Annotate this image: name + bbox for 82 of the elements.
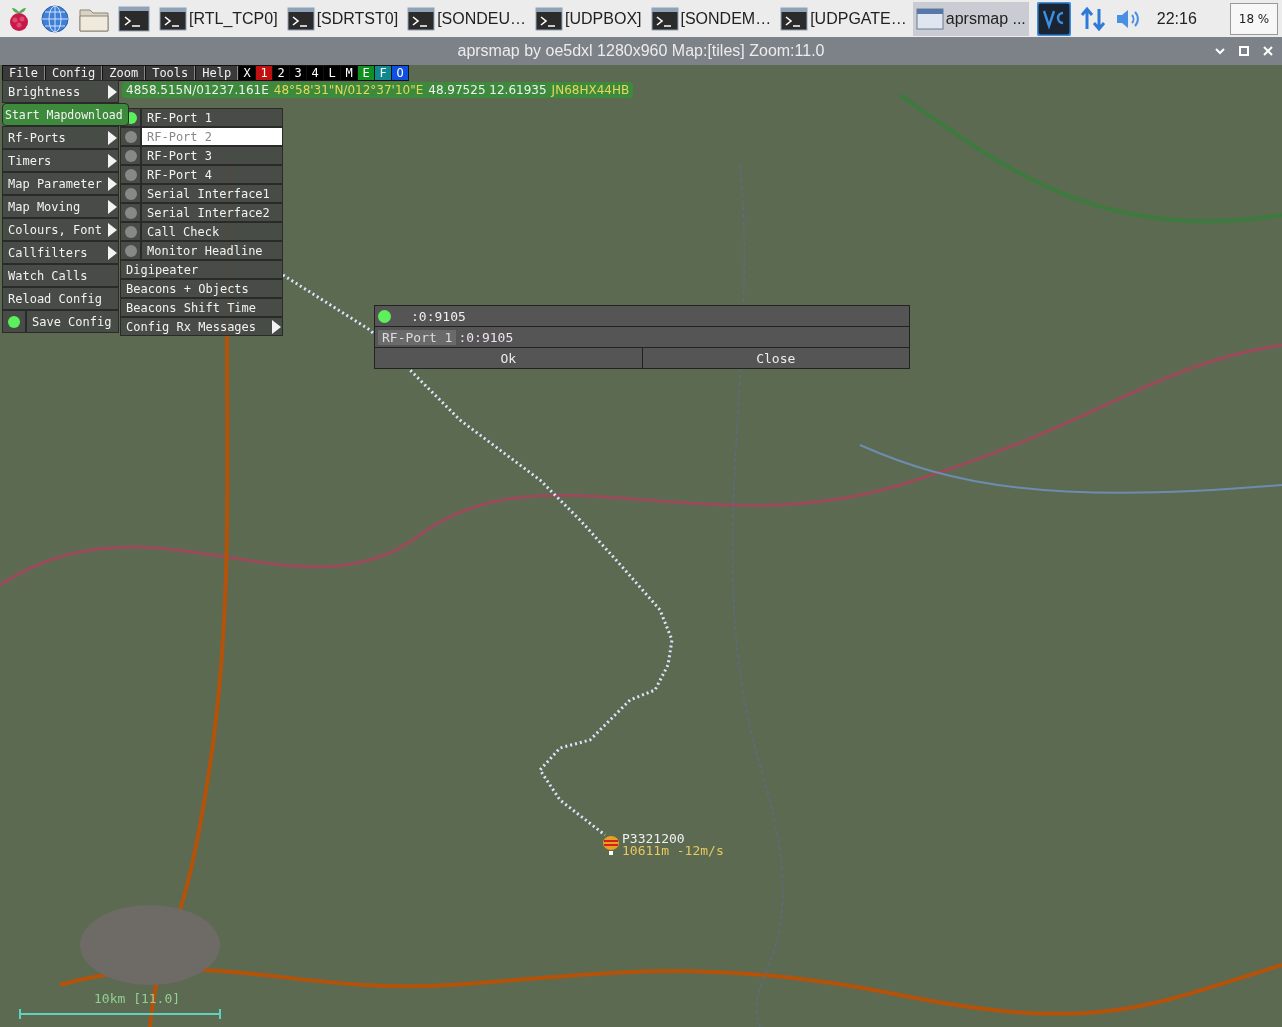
terminal-icon xyxy=(159,6,187,31)
terminal-icon xyxy=(286,6,315,31)
menu-item[interactable]: Colours, Font xyxy=(2,218,119,241)
station-callsign: P3321200 xyxy=(622,833,686,845)
window-icon xyxy=(915,6,944,31)
menu-item[interactable]: Monitor Headline xyxy=(141,241,283,260)
menu-item[interactable]: Serial Interface1 xyxy=(141,184,283,203)
toggle-button[interactable]: X xyxy=(239,66,256,80)
submenu-arrow-icon xyxy=(108,245,117,260)
maximize-icon[interactable] xyxy=(1238,45,1250,57)
terminal-icon xyxy=(650,6,679,31)
window-title: aprsmap by oe5dxl 1280x960 Map:[tiles] Zoom:11.0 xyxy=(457,42,825,60)
submenu-arrow-icon xyxy=(108,222,117,237)
submenu-arrow-icon xyxy=(108,130,117,145)
taskbar-button[interactable]: [UDPGATE… xyxy=(777,1,910,36)
menu-item[interactable]: Start Mapdownload xyxy=(2,103,129,126)
submenu-arrow-icon xyxy=(108,153,117,168)
submenu-arrow-icon xyxy=(108,84,117,99)
taskbar-button[interactable]: [RTL_TCP0] xyxy=(156,1,281,36)
close-icon[interactable] xyxy=(1262,45,1274,57)
globe-icon[interactable] xyxy=(40,3,70,34)
menu-item[interactable]: Timers xyxy=(2,149,119,172)
position-text: JN68HX44HB xyxy=(551,83,630,97)
port-value-field[interactable]: :0:9105 xyxy=(458,329,514,345)
submenu-arrow-icon xyxy=(108,199,117,214)
balloon-icon xyxy=(602,836,620,856)
toggle-button[interactable]: 1 xyxy=(256,66,273,80)
taskbar-button[interactable]: [SONDEU… xyxy=(404,1,530,36)
menu-item[interactable]: Call Check xyxy=(141,222,283,241)
menu-item[interactable]: Watch Calls xyxy=(2,264,119,287)
menu-item[interactable]: RF-Port 4 xyxy=(141,165,283,184)
menu-item[interactable]: Digipeater xyxy=(120,260,283,279)
menu-item[interactable]: Zoom xyxy=(103,66,146,80)
toggle-button[interactable]: 3 xyxy=(290,66,307,80)
taskbar-button[interactable]: [SONDEM… xyxy=(647,1,775,36)
toggle-button[interactable]: O xyxy=(392,66,409,80)
submenu-arrow-icon xyxy=(108,176,117,191)
menu-item[interactable]: Config Rx Messages xyxy=(120,317,283,336)
menu-item[interactable]: File xyxy=(3,66,45,80)
menu-item[interactable]: Beacons Shift Time xyxy=(120,298,283,317)
toggle-button[interactable]: 4 xyxy=(307,66,324,80)
station-info: 10611m -12m/s xyxy=(622,845,724,857)
menu-item[interactable]: Beacons + Objects xyxy=(120,279,283,298)
menu-item[interactable]: Map Parameter xyxy=(2,172,119,195)
port-label: RF-Port 1 xyxy=(378,329,457,345)
taskbar-button[interactable]: aprsmap ... xyxy=(912,1,1029,36)
network-arrows-icon[interactable] xyxy=(1078,4,1107,33)
taskbar-button[interactable]: [UDPBOX] xyxy=(532,1,645,36)
menu-item[interactable]: Help xyxy=(196,66,239,80)
vnc-icon[interactable] xyxy=(1036,1,1071,36)
toggle-button[interactable]: E xyxy=(358,66,375,80)
toggle-button[interactable]: M xyxy=(341,66,358,80)
menu-item[interactable]: Config xyxy=(45,66,103,80)
menu-item[interactable]: Reload Config xyxy=(2,287,119,310)
menu-item[interactable]: Brightness xyxy=(2,80,119,103)
menu-item[interactable]: RF-Port 2 xyxy=(141,127,283,146)
menu-item[interactable]: RF-Port 1 xyxy=(141,108,283,127)
menu-item[interactable]: Callfilters xyxy=(2,241,119,264)
toggle-button[interactable]: L xyxy=(324,66,341,80)
dialog-button[interactable]: Close xyxy=(642,348,909,368)
cpu-monitor[interactable]: 18 % xyxy=(1230,2,1278,35)
dialog-button[interactable]: Ok xyxy=(375,348,642,368)
status-text: :0:9105 xyxy=(411,308,466,324)
toggle-button[interactable]: 2 xyxy=(273,66,290,80)
position-text: 48.97525 12.61935 xyxy=(428,83,547,97)
terminal-icon xyxy=(407,6,436,31)
menu-item[interactable]: Rf-Ports xyxy=(2,126,119,149)
menu-item[interactable]: Map Moving xyxy=(2,195,119,218)
minimize-icon[interactable] xyxy=(1214,45,1226,57)
terminal-icon xyxy=(535,6,564,31)
submenu-arrow-icon xyxy=(272,319,281,334)
menu-item[interactable]: Save Config xyxy=(26,310,119,333)
terminal-icon[interactable] xyxy=(118,5,150,32)
taskbar-button[interactable]: [SDRTST0] xyxy=(283,1,402,36)
menu-item[interactable]: Serial Interface2 xyxy=(141,203,283,222)
toggle-button[interactable]: F xyxy=(375,66,392,80)
position-text: 4858.515N/01237.161E xyxy=(126,83,269,97)
menu-item[interactable]: Tools xyxy=(146,66,196,80)
position-text: 48°58'31"N/012°37'10"E xyxy=(273,83,424,97)
menu-item[interactable]: RF-Port 3 xyxy=(141,146,283,165)
clock-time[interactable]: 22:16 xyxy=(1156,9,1197,28)
terminal-icon xyxy=(780,6,809,31)
